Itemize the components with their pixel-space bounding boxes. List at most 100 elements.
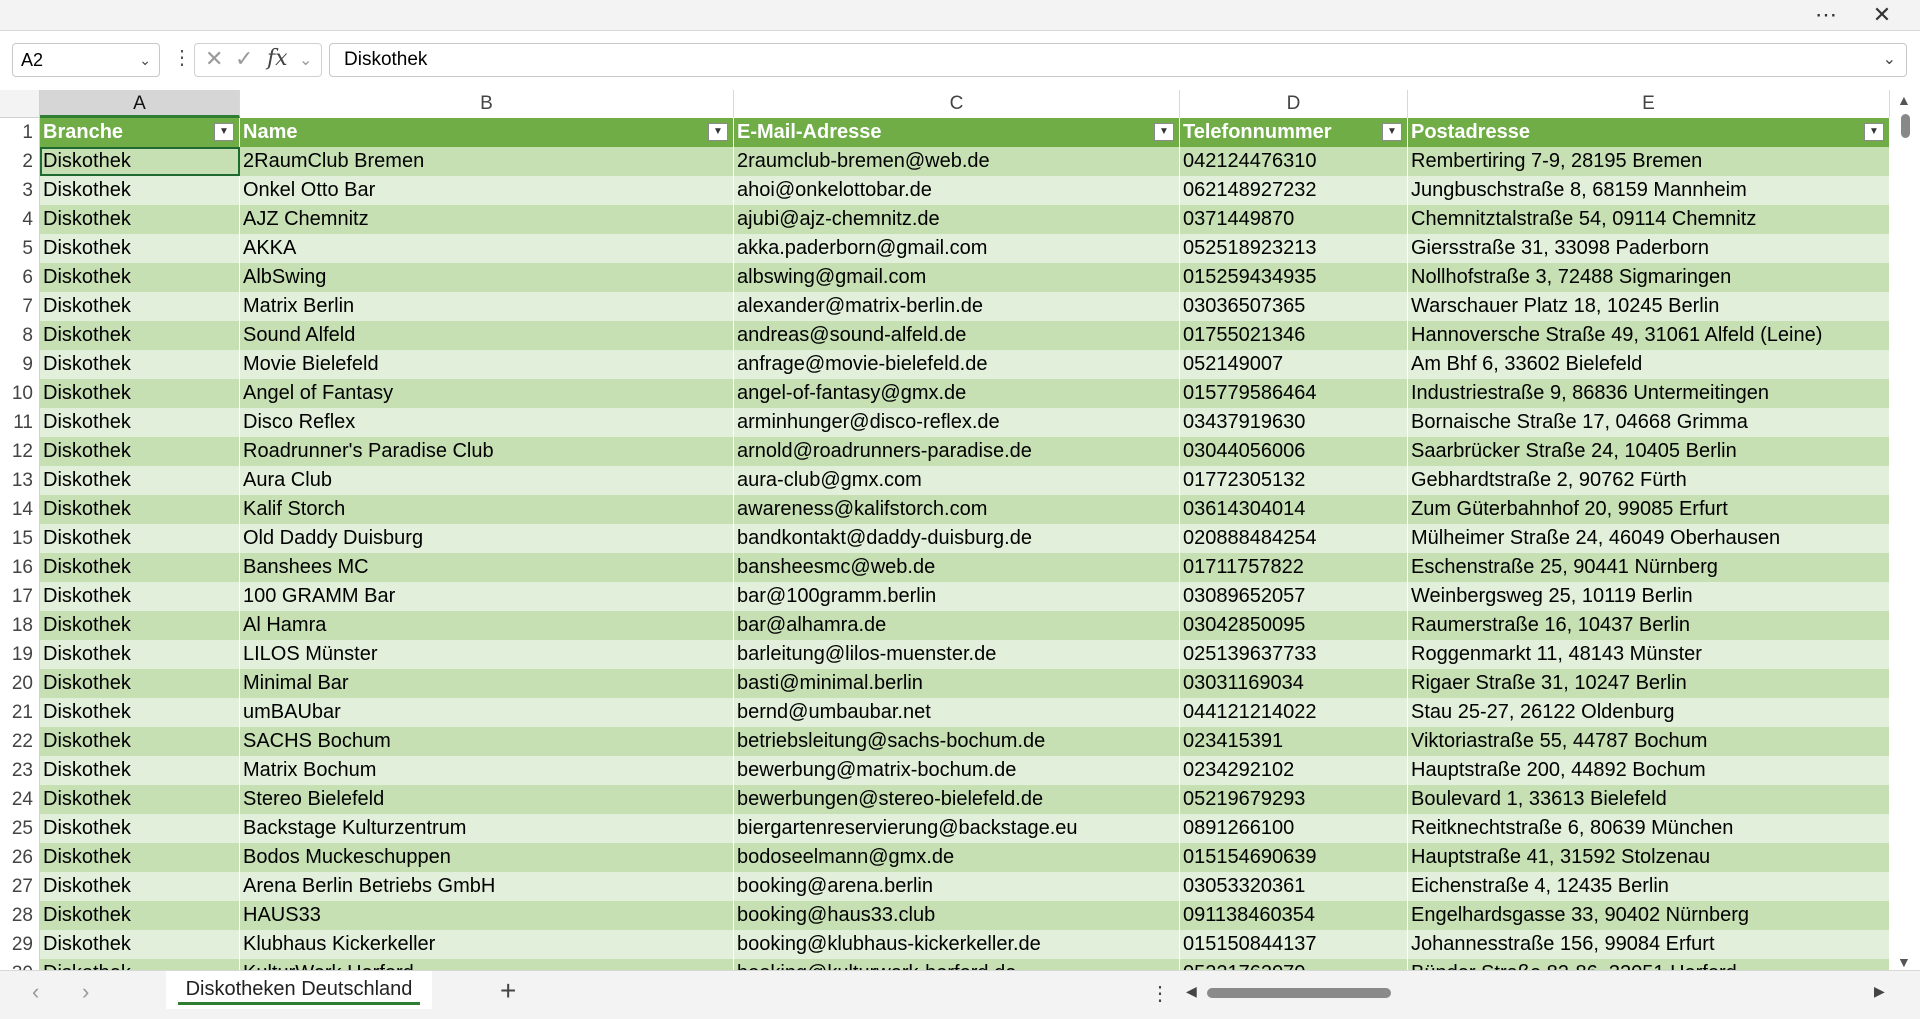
cell-telefon[interactable]: 03042850095: [1180, 611, 1408, 640]
cell-branche[interactable]: Diskothek: [40, 727, 240, 756]
cell-name[interactable]: 2RaumClub Bremen: [240, 147, 734, 176]
cell-name[interactable]: Klubhaus Kickerkeller: [240, 930, 734, 959]
cell-telefon[interactable]: 0371449870: [1180, 205, 1408, 234]
row-number[interactable]: 21: [0, 698, 40, 727]
cell-email[interactable]: bodoseelmann@gmx.de: [734, 843, 1180, 872]
cell-postadresse[interactable]: Stau 25-27, 26122 Oldenburg: [1408, 698, 1890, 727]
chevron-down-icon[interactable]: ⌄: [299, 50, 312, 70]
cell-postadresse[interactable]: Gebhardtstraße 2, 90762 Fürth: [1408, 466, 1890, 495]
previous-sheet-icon[interactable]: ‹: [32, 979, 39, 1005]
select-all-corner[interactable]: [0, 90, 40, 118]
cell-email[interactable]: angel-of-fantasy@gmx.de: [734, 379, 1180, 408]
cell-branche[interactable]: Diskothek: [40, 901, 240, 930]
cell-email[interactable]: booking@klubhaus-kickerkeller.de: [734, 930, 1180, 959]
cell-postadresse[interactable]: Saarbrücker Straße 24, 10405 Berlin: [1408, 437, 1890, 466]
cell-postadresse[interactable]: Bünder Straße 82-86, 32051 Herford: [1408, 959, 1890, 970]
column-header-e[interactable]: E: [1408, 90, 1890, 118]
cell-name[interactable]: Banshees MC: [240, 553, 734, 582]
cell-email[interactable]: arnold@roadrunners-paradise.de: [734, 437, 1180, 466]
name-box[interactable]: A2 ⌄: [12, 43, 160, 77]
cell-postadresse[interactable]: Warschauer Platz 18, 10245 Berlin: [1408, 292, 1890, 321]
vertical-dots-icon[interactable]: ⋮: [172, 48, 192, 68]
cell-branche[interactable]: Diskothek: [40, 959, 240, 970]
close-icon[interactable]: ✕: [1862, 2, 1902, 28]
cell-branche[interactable]: Diskothek: [40, 234, 240, 263]
vertical-scrollbar[interactable]: ▲ ▼: [1892, 90, 1920, 970]
cell-branche[interactable]: Diskothek: [40, 785, 240, 814]
cell-email[interactable]: arminhunger@disco-reflex.de: [734, 408, 1180, 437]
cell-name[interactable]: Backstage Kulturzentrum: [240, 814, 734, 843]
add-sheet-icon[interactable]: +: [500, 975, 516, 1007]
cell-telefon[interactable]: 05221762070: [1180, 959, 1408, 970]
cell-telefon[interactable]: 062148927232: [1180, 176, 1408, 205]
cell-branche[interactable]: Diskothek: [40, 669, 240, 698]
cell-postadresse[interactable]: Giersstraße 31, 33098 Paderborn: [1408, 234, 1890, 263]
cell-postadresse[interactable]: Eschenstraße 25, 90441 Nürnberg: [1408, 553, 1890, 582]
filter-dropdown-icon[interactable]: ▼: [1864, 123, 1884, 141]
cell-name[interactable]: Movie Bielefeld: [240, 350, 734, 379]
scroll-down-icon[interactable]: ▼: [1897, 954, 1911, 970]
cell-postadresse[interactable]: Engelhardsgasse 33, 90402 Nürnberg: [1408, 901, 1890, 930]
cell-email[interactable]: alexander@matrix-berlin.de: [734, 292, 1180, 321]
cell-telefon[interactable]: 03036507365: [1180, 292, 1408, 321]
cell-email[interactable]: andreas@sound-alfeld.de: [734, 321, 1180, 350]
cell-branche[interactable]: Diskothek: [40, 176, 240, 205]
cell-email[interactable]: biergartenreservierung@backstage.eu: [734, 814, 1180, 843]
row-number[interactable]: 2: [0, 147, 40, 176]
row-number[interactable]: 24: [0, 785, 40, 814]
row-number[interactable]: 3: [0, 176, 40, 205]
cell-postadresse[interactable]: Hauptstraße 41, 31592 Stolzenau: [1408, 843, 1890, 872]
cell-name[interactable]: Old Daddy Duisburg: [240, 524, 734, 553]
cell-telefon[interactable]: 03044056006: [1180, 437, 1408, 466]
cell-name[interactable]: Minimal Bar: [240, 669, 734, 698]
cell-postadresse[interactable]: Johannesstraße 156, 99084 Erfurt: [1408, 930, 1890, 959]
cell-email[interactable]: basti@minimal.berlin: [734, 669, 1180, 698]
cell-branche[interactable]: Diskothek: [40, 582, 240, 611]
header-cell-telefon[interactable]: Telefonnummer ▼: [1180, 118, 1408, 147]
row-number[interactable]: 19: [0, 640, 40, 669]
cell-branche[interactable]: Diskothek: [40, 205, 240, 234]
cell-postadresse[interactable]: Chemnitztalstraße 54, 09114 Chemnitz: [1408, 205, 1890, 234]
row-number[interactable]: 5: [0, 234, 40, 263]
row-number[interactable]: 22: [0, 727, 40, 756]
cell-branche[interactable]: Diskothek: [40, 553, 240, 582]
cell-postadresse[interactable]: Nollhofstraße 3, 72488 Sigmaringen: [1408, 263, 1890, 292]
cell-postadresse[interactable]: Jungbuschstraße 8, 68159 Mannheim: [1408, 176, 1890, 205]
cell-telefon[interactable]: 03437919630: [1180, 408, 1408, 437]
cell-telefon[interactable]: 0891266100: [1180, 814, 1408, 843]
vertical-dots-icon[interactable]: ⋮: [1150, 981, 1170, 1006]
more-horizontal-icon[interactable]: ⋯: [1806, 2, 1846, 28]
cell-name[interactable]: AJZ Chemnitz: [240, 205, 734, 234]
cell-email[interactable]: booking@haus33.club: [734, 901, 1180, 930]
cell-telefon[interactable]: 01772305132: [1180, 466, 1408, 495]
check-icon[interactable]: ✓: [235, 46, 253, 72]
cell-email[interactable]: booking@arena.berlin: [734, 872, 1180, 901]
cell-email[interactable]: aura-club@gmx.com: [734, 466, 1180, 495]
expand-formula-icon[interactable]: ⌄: [1883, 44, 1896, 76]
cell-telefon[interactable]: 01755021346: [1180, 321, 1408, 350]
cell-telefon[interactable]: 03614304014: [1180, 495, 1408, 524]
cell-telefon[interactable]: 052149007: [1180, 350, 1408, 379]
cell-name[interactable]: SACHS Bochum: [240, 727, 734, 756]
vertical-scroll-thumb[interactable]: [1901, 114, 1910, 138]
row-number[interactable]: 1: [0, 118, 40, 147]
cell-name[interactable]: Roadrunner's Paradise Club: [240, 437, 734, 466]
filter-dropdown-icon[interactable]: ▼: [1154, 123, 1174, 141]
cell-postadresse[interactable]: Mülheimer Straße 24, 46049 Oberhausen: [1408, 524, 1890, 553]
cell-name[interactable]: KulturWerk Herford: [240, 959, 734, 970]
cell-postadresse[interactable]: Rembertiring 7-9, 28195 Bremen: [1408, 147, 1890, 176]
row-number[interactable]: 15: [0, 524, 40, 553]
header-cell-name[interactable]: Name ▼: [240, 118, 734, 147]
row-number[interactable]: 23: [0, 756, 40, 785]
cell-telefon[interactable]: 042124476310: [1180, 147, 1408, 176]
cell-email[interactable]: barleitung@lilos-muenster.de: [734, 640, 1180, 669]
row-number[interactable]: 7: [0, 292, 40, 321]
cell-email[interactable]: booking@kulturwerk-herford.de: [734, 959, 1180, 970]
cell-telefon[interactable]: 03053320361: [1180, 872, 1408, 901]
cell-branche[interactable]: Diskothek: [40, 292, 240, 321]
cell-branche[interactable]: Diskothek: [40, 466, 240, 495]
cell-email[interactable]: bandkontakt@daddy-duisburg.de: [734, 524, 1180, 553]
cell-name[interactable]: LILOS Münster: [240, 640, 734, 669]
row-number[interactable]: 25: [0, 814, 40, 843]
next-sheet-icon[interactable]: ›: [82, 979, 89, 1005]
